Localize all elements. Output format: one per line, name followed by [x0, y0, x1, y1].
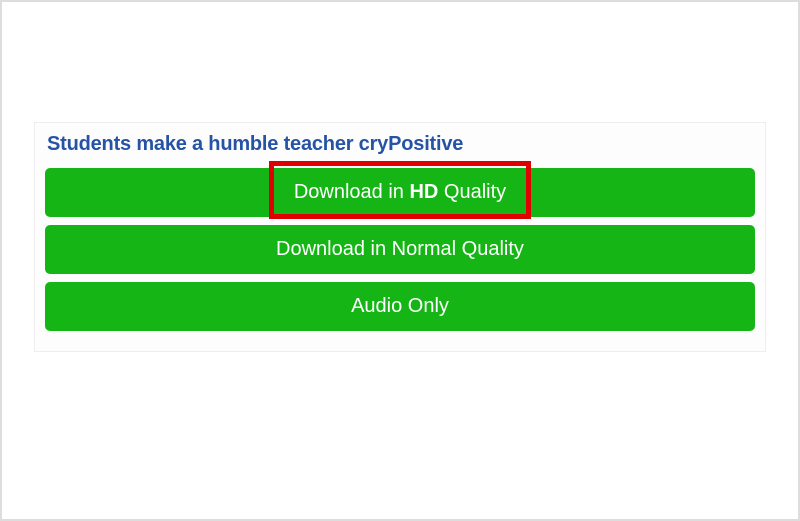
- download-hd-button[interactable]: Download in HD Quality: [45, 168, 755, 217]
- download-hd-suffix: Quality: [438, 181, 506, 203]
- download-normal-button[interactable]: Download in Normal Quality: [45, 225, 755, 274]
- audio-only-button[interactable]: Audio Only: [45, 282, 755, 331]
- video-title: Students make a humble teacher cryPositi…: [35, 133, 765, 168]
- download-hd-prefix: Download in: [294, 181, 410, 203]
- button-group: Download in HD Quality Download in Norma…: [35, 168, 765, 331]
- download-hd-bold: HD: [409, 181, 438, 203]
- download-panel: Students make a humble teacher cryPositi…: [34, 122, 766, 352]
